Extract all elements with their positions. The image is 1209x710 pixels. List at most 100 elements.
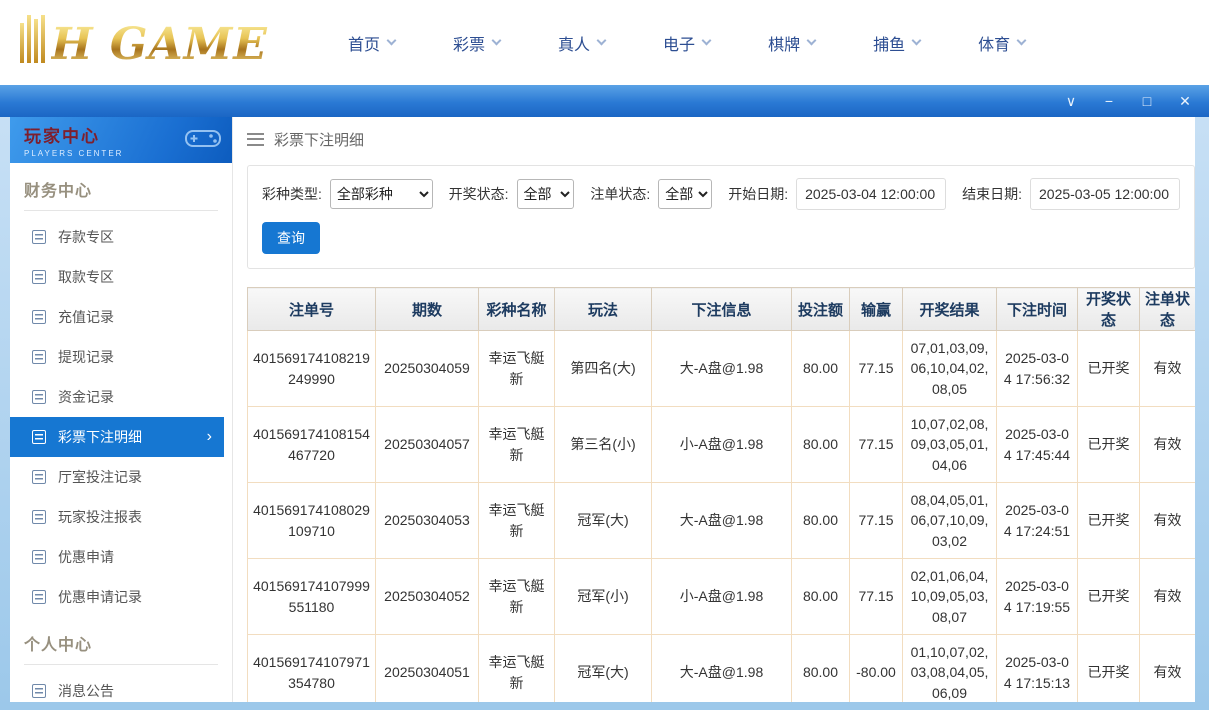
window-maximize-icon[interactable]: □	[1139, 94, 1155, 108]
table-cell: 401569174107971354780	[248, 635, 376, 703]
table-cell: 已开奖	[1078, 635, 1140, 703]
column-header: 玩法	[555, 288, 652, 331]
hall-bet-record-icon	[32, 470, 46, 484]
table-header-row: 注单号 期数 彩种名称 玩法 下注信息 投注额 输赢 开奖结果 下注时间 开奖状…	[248, 288, 1196, 331]
table-cell: 20250304053	[376, 483, 479, 559]
sidebar-item-promo-apply[interactable]: 优惠申请	[10, 537, 232, 577]
sidebar-item-announcements[interactable]: 消息公告	[10, 671, 232, 702]
table-cell: 20250304059	[376, 331, 479, 407]
sidebar-item-player-bet-report[interactable]: 玩家投注报表	[10, 497, 232, 537]
nav-item-live[interactable]: 真人	[558, 31, 605, 55]
chevron-down-icon	[912, 36, 922, 46]
order-status-label: 注单状态:	[590, 184, 650, 204]
table-cell: 08,04,05,01,06,07,10,09,03,02	[903, 483, 997, 559]
table-cell: 已开奖	[1078, 483, 1140, 559]
brand-logo: H GAME	[20, 19, 290, 67]
column-header: 输赢	[850, 288, 903, 331]
table-cell: 2025-03-04 17:56:32	[997, 331, 1078, 407]
table-cell: 冠军(大)	[555, 635, 652, 703]
table-cell: 80.00	[792, 635, 850, 703]
sidebar-item-hall-bet-records[interactable]: 厅室投注记录	[10, 457, 232, 497]
sidebar-item-deposit-zone[interactable]: 存款专区	[10, 217, 232, 257]
table-cell: 第三名(小)	[555, 407, 652, 483]
section-title-personal: 个人中心	[24, 631, 218, 665]
column-header: 下注信息	[652, 288, 792, 331]
table-row: 40156917410799955118020250304052幸运飞艇新冠军(…	[248, 559, 1196, 635]
nav-label: 体育	[978, 31, 1010, 55]
table-cell: 80.00	[792, 559, 850, 635]
funds-record-icon	[32, 390, 46, 404]
sidebar-item-withdraw-records[interactable]: 提现记录	[10, 337, 232, 377]
top-header: H GAME 首页 彩票 真人 电子 棋牌 捕鱼 体育	[0, 0, 1209, 85]
sidebar-item-recharge-records[interactable]: 充值记录	[10, 297, 232, 337]
table-row: 40156917410797135478020250304051幸运飞艇新冠军(…	[248, 635, 1196, 703]
window-close-icon[interactable]: ✕	[1177, 94, 1193, 108]
lottery-type-label: 彩种类型:	[262, 184, 322, 204]
draw-status-select[interactable]: 全部	[517, 179, 575, 209]
table-cell: 2025-03-04 17:19:55	[997, 559, 1078, 635]
table-cell: 02,01,06,04,10,09,05,03,08,07	[903, 559, 997, 635]
table-cell: 已开奖	[1078, 407, 1140, 483]
sidebar-item-label: 优惠申请	[58, 547, 114, 567]
end-date-input[interactable]	[1030, 178, 1180, 210]
withdraw-record-icon	[32, 350, 46, 364]
column-header: 下注时间	[997, 288, 1078, 331]
chevron-down-icon	[387, 36, 397, 46]
sidebar-item-label: 消息公告	[58, 681, 114, 701]
window-minimize-icon[interactable]: −	[1101, 94, 1117, 108]
table-cell: 401569174108219249990	[248, 331, 376, 407]
table-cell: 07,01,03,09,06,10,04,02,08,05	[903, 331, 997, 407]
search-button[interactable]: 查询	[262, 222, 320, 254]
main-content: 彩票下注明细 彩种类型: 全部彩种 开奖状态: 全部 注单状态: 全部 开始日期…	[233, 117, 1195, 702]
draw-status-label: 开奖状态:	[449, 184, 509, 204]
table-cell: 第四名(大)	[555, 331, 652, 407]
table-cell: 2025-03-04 17:15:13	[997, 635, 1078, 703]
nav-item-fishing[interactable]: 捕鱼	[873, 31, 920, 55]
sidebar-item-label: 彩票下注明细	[58, 427, 142, 447]
nav-label: 捕鱼	[873, 31, 905, 55]
lottery-type-select[interactable]: 全部彩种	[330, 179, 433, 209]
table-cell: 20250304051	[376, 635, 479, 703]
table-cell: 401569174107999551180	[248, 559, 376, 635]
table-cell: 冠军(大)	[555, 483, 652, 559]
table-cell: 幸运飞艇新	[479, 331, 555, 407]
bets-table-body: 40156917410821924999020250304059幸运飞艇新第四名…	[248, 331, 1196, 703]
table-cell: 80.00	[792, 331, 850, 407]
logo-text: H GAME	[51, 23, 268, 67]
table-row: 40156917410821924999020250304059幸运飞艇新第四名…	[248, 331, 1196, 407]
order-status-select[interactable]: 全部	[658, 179, 712, 209]
table-cell: 已开奖	[1078, 331, 1140, 407]
sidebar-item-label: 取款专区	[58, 267, 114, 287]
sidebar-item-promo-apply-records[interactable]: 优惠申请记录	[10, 577, 232, 617]
main-nav: 首页 彩票 真人 电子 棋牌 捕鱼 体育	[348, 31, 1025, 55]
nav-item-home[interactable]: 首页	[348, 31, 395, 55]
table-cell: 01,10,07,02,03,08,04,05,06,09	[903, 635, 997, 703]
announcement-bell-icon	[32, 684, 46, 698]
app-body: 玩家中心 PLAYERS CENTER 财务中心 存款专区 取款专区	[0, 117, 1209, 710]
table-cell: 10,07,02,08,09,03,05,01,04,06	[903, 407, 997, 483]
nav-item-sports[interactable]: 体育	[978, 31, 1025, 55]
nav-item-electronic[interactable]: 电子	[663, 31, 710, 55]
start-date-input[interactable]	[796, 178, 946, 210]
table-cell: 20250304052	[376, 559, 479, 635]
window-dropdown-icon[interactable]: ∨	[1063, 94, 1079, 108]
nav-item-lottery[interactable]: 彩票	[453, 31, 500, 55]
table-cell: 77.15	[850, 559, 903, 635]
nav-label: 真人	[558, 31, 590, 55]
sidebar-item-funds-records[interactable]: 资金记录	[10, 377, 232, 417]
sidebar-item-withdraw-zone[interactable]: 取款专区	[10, 257, 232, 297]
table-cell: 有效	[1140, 483, 1196, 559]
table-cell: 有效	[1140, 559, 1196, 635]
sidebar-item-label: 充值记录	[58, 307, 114, 327]
table-cell: 大-A盘@1.98	[652, 331, 792, 407]
hamburger-menu-icon[interactable]	[247, 133, 264, 146]
table-cell: 80.00	[792, 483, 850, 559]
chevron-down-icon	[597, 36, 607, 46]
table-cell: 2025-03-04 17:45:44	[997, 407, 1078, 483]
end-date-label: 结束日期:	[962, 184, 1022, 204]
sidebar-item-lottery-bet-details[interactable]: 彩票下注明细 ›	[10, 417, 224, 457]
table-cell: 冠军(小)	[555, 559, 652, 635]
column-header: 开奖状态	[1078, 288, 1140, 331]
nav-item-boardgames[interactable]: 棋牌	[768, 31, 815, 55]
chevron-down-icon	[1017, 36, 1027, 46]
